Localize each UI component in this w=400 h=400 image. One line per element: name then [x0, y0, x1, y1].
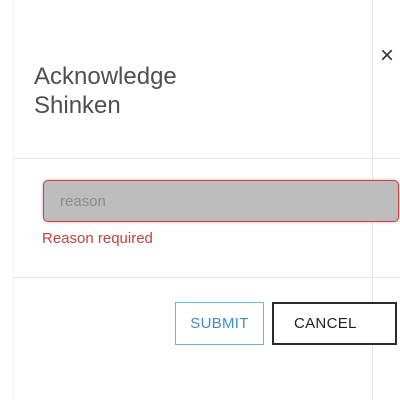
close-icon: ×: [379, 42, 394, 69]
modal-body: Reason required: [14, 159, 400, 278]
acknowledge-modal: Acknowledge Shinken × Reason required SU…: [14, 0, 400, 400]
reason-input[interactable]: [43, 180, 399, 222]
reason-error-message: Reason required: [42, 230, 153, 247]
modal-title: Acknowledge Shinken: [34, 63, 177, 119]
page-background: Acknowledge Shinken × Reason required SU…: [0, 0, 400, 400]
close-button[interactable]: ×: [376, 44, 398, 68]
submit-button[interactable]: SUBMIT: [175, 302, 264, 345]
modal-header: Acknowledge Shinken ×: [14, 0, 400, 159]
modal-footer: SUBMIT CANCEL: [14, 278, 400, 400]
cancel-button[interactable]: CANCEL: [272, 302, 397, 345]
